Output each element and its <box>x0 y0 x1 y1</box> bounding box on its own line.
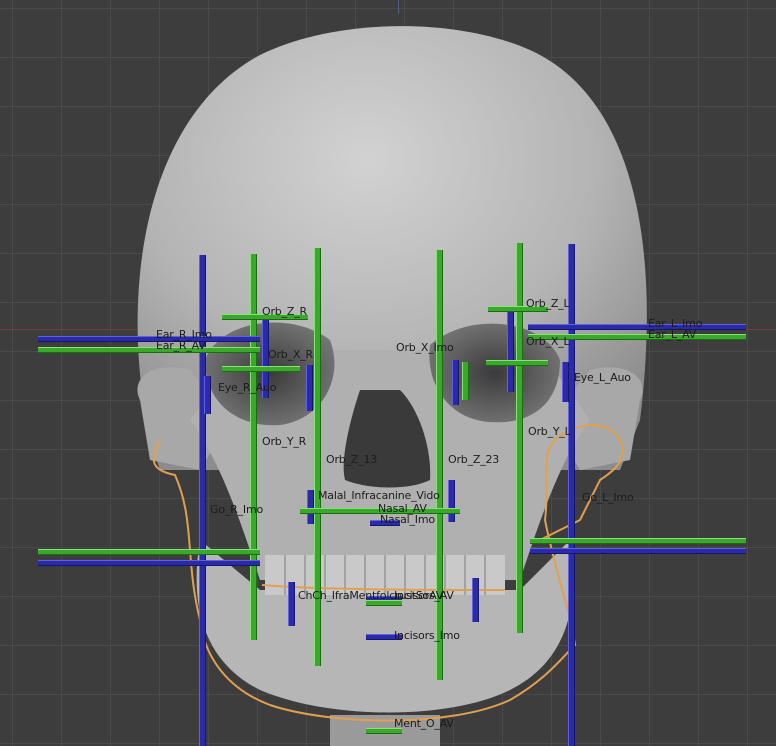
label-orb-x-r: Orb_X_R <box>268 348 313 361</box>
guide-bar-vertical[interactable] <box>568 244 575 746</box>
nasal-marker[interactable] <box>448 480 455 522</box>
label-eye-r: Eye_R_Auo <box>218 381 277 394</box>
guide-bar-horizontal[interactable] <box>222 366 300 372</box>
label-ment-av: Ment_O_AV <box>394 717 454 730</box>
label-orb-y-r: Orb_Y_R <box>262 435 307 448</box>
label-orb-z-13: Orb_Z_13 <box>326 453 378 466</box>
label-ear-l-av: Ear_L_AV <box>648 328 697 341</box>
chin-marker-l[interactable] <box>472 578 479 622</box>
guide-bar-horizontal[interactable] <box>38 560 260 566</box>
eye-r-marker[interactable] <box>204 376 211 414</box>
malar-marker[interactable] <box>307 490 314 524</box>
orb-marker-r2[interactable] <box>306 365 313 411</box>
eye-l-marker[interactable] <box>562 362 569 402</box>
orb-marker-l3[interactable] <box>507 312 514 392</box>
guide-bar-vertical[interactable] <box>250 254 257 640</box>
orb-marker-l2[interactable] <box>462 362 469 400</box>
guide-bar-horizontal[interactable] <box>530 548 746 554</box>
label-incisors-imo: Incisors_Imo <box>394 629 460 642</box>
label-go-l: Go_L_Imo <box>582 491 634 504</box>
label-go-r: Go_R_Imo <box>210 503 263 516</box>
guide-bar-vertical[interactable] <box>436 250 443 680</box>
guide-bar-horizontal[interactable] <box>528 324 746 330</box>
label-orb-x-mid: Orb_X_Imo <box>396 341 454 354</box>
label-nasal-imo: Nasal_Imo <box>380 513 435 526</box>
guide-bar-horizontal[interactable] <box>38 347 260 353</box>
orb-marker-l[interactable] <box>452 360 459 405</box>
guide-bar-horizontal[interactable] <box>530 538 746 544</box>
chin-marker-r[interactable] <box>288 582 295 626</box>
guide-bar-vertical[interactable] <box>314 248 321 666</box>
label-orb-z-r: Orb_Z_R <box>262 305 307 318</box>
label-eye-l: Eye_L_Auo <box>574 371 631 384</box>
label-malar: Malal_Infracanine_Vido <box>318 489 440 502</box>
label-orb-y-l: Orb_Y_L <box>528 425 571 438</box>
guide-bar-vertical[interactable] <box>516 243 523 633</box>
label-ear-r-av: Ear_R_AV <box>156 339 206 352</box>
guide-bar-horizontal[interactable] <box>486 360 548 366</box>
label-incisors-av: Incisors_AV <box>394 589 454 602</box>
guide-bar-horizontal[interactable] <box>38 549 260 555</box>
guide-bar-horizontal[interactable] <box>38 336 260 342</box>
label-orb-z-23: Orb_Z_23 <box>448 453 500 466</box>
label-orb-z-l: Orb_Z_L <box>526 297 570 310</box>
label-orb-x-l: Orb_X_L <box>526 335 570 348</box>
